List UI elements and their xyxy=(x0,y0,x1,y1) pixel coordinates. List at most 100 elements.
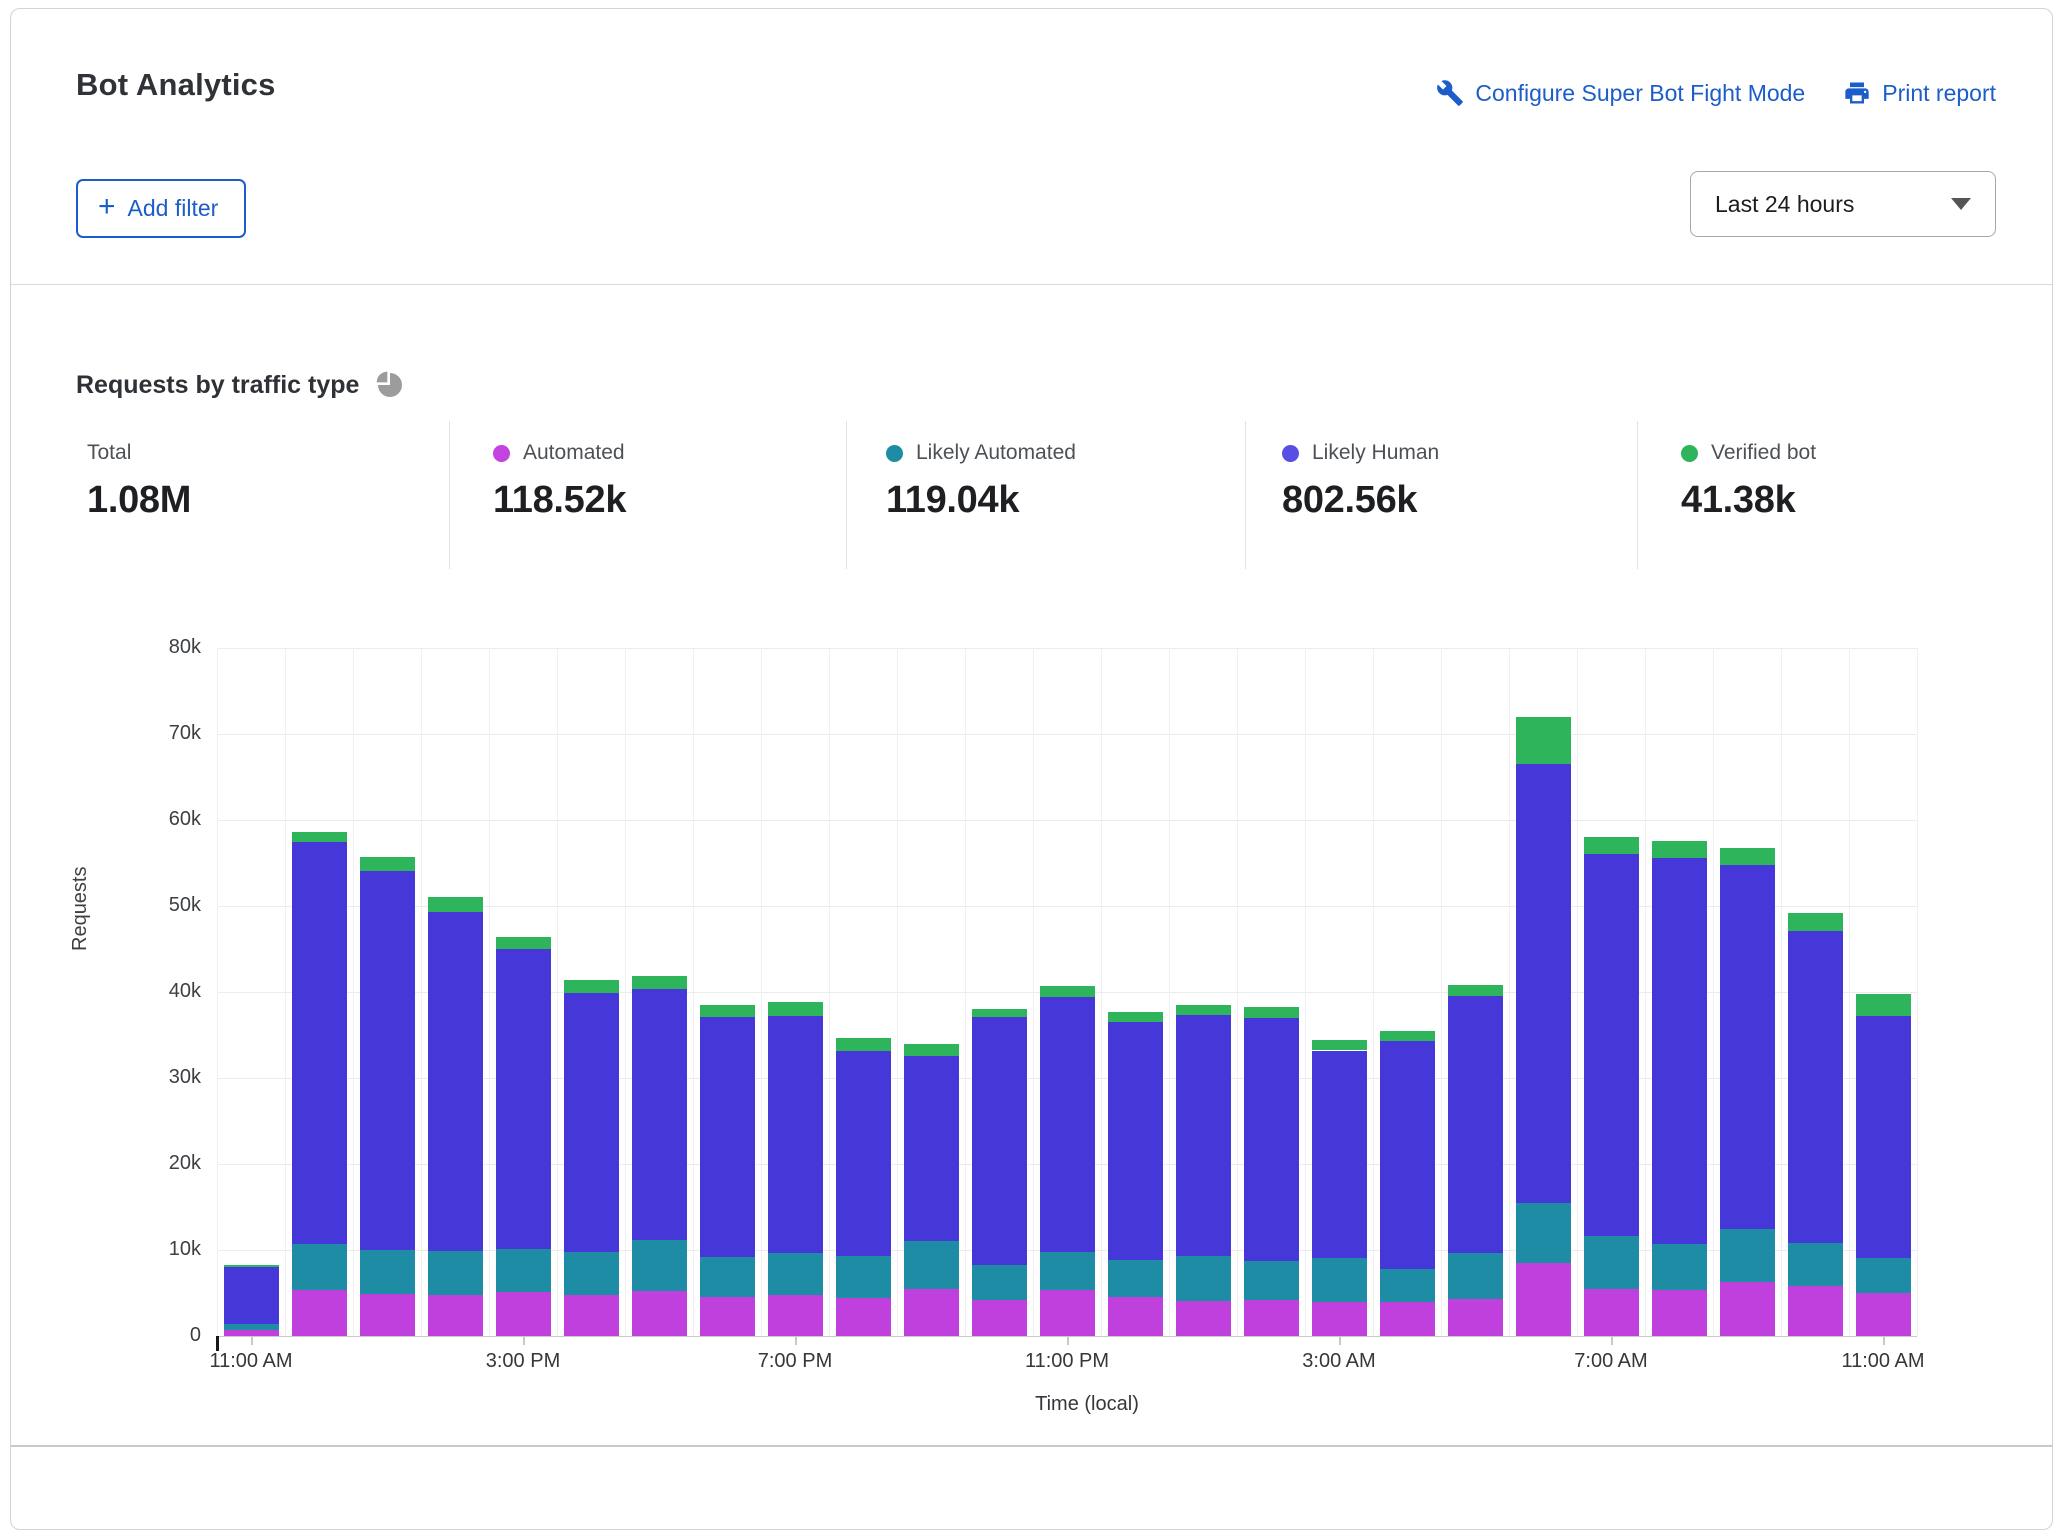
bar-group-16 xyxy=(1312,648,1367,1336)
bar-segment xyxy=(224,1265,279,1267)
x-gridline xyxy=(421,648,422,1336)
x-tick-label: 3:00 AM xyxy=(1259,1350,1419,1373)
bar-segment xyxy=(1380,1031,1435,1041)
wrench-icon xyxy=(1436,79,1464,107)
pie-chart-icon xyxy=(374,369,406,401)
axis-origin-tick xyxy=(216,1336,219,1351)
bar-group-23 xyxy=(1788,648,1843,1336)
print-link-label: Print report xyxy=(1882,80,1996,107)
bar-segment xyxy=(836,1051,891,1256)
bar-segment xyxy=(1448,996,1503,1253)
bar-segment xyxy=(1720,1229,1775,1281)
bar-segment xyxy=(224,1324,279,1330)
bar-group-5 xyxy=(564,648,619,1336)
print-report-link[interactable]: Print report xyxy=(1843,79,1996,107)
bar-segment xyxy=(632,1240,687,1292)
bar-segment xyxy=(1584,854,1639,1237)
stat-value: 1.08M xyxy=(87,479,191,522)
x-axis-title: Time (local) xyxy=(997,1393,1177,1416)
time-range-value: Last 24 hours xyxy=(1715,191,1854,218)
bar-segment xyxy=(1244,1007,1299,1018)
x-gridline xyxy=(1101,648,1102,1336)
bar-segment xyxy=(1380,1041,1435,1269)
y-tick-label: 0 xyxy=(81,1324,201,1347)
bar-segment xyxy=(632,989,687,1240)
bar-group-9 xyxy=(836,648,891,1336)
bar-segment xyxy=(1788,1243,1843,1286)
likely-automated-dot-icon xyxy=(886,445,903,462)
bar-segment xyxy=(292,842,347,1244)
bar-segment xyxy=(1176,1015,1231,1256)
bar-segment xyxy=(292,832,347,841)
bar-segment xyxy=(1720,1282,1775,1336)
stat-divider xyxy=(449,421,450,569)
time-range-select[interactable]: Last 24 hours xyxy=(1690,171,1996,237)
bar-segment xyxy=(224,1267,279,1324)
bar-segment xyxy=(1652,841,1707,858)
bar-segment xyxy=(292,1244,347,1290)
bar-segment xyxy=(1856,1293,1911,1336)
x-gridline xyxy=(1849,648,1850,1336)
bar-segment xyxy=(632,1291,687,1336)
x-gridline xyxy=(897,648,898,1336)
stat-likely-human: Likely Human 802.56k xyxy=(1282,441,1439,522)
bar-segment xyxy=(1244,1018,1299,1261)
add-filter-label: Add filter xyxy=(128,195,219,222)
bar-segment xyxy=(564,993,619,1252)
bar-segment xyxy=(904,1241,959,1288)
x-gridline xyxy=(965,648,966,1336)
x-gridline xyxy=(1237,648,1238,1336)
bar-segment xyxy=(1312,1258,1367,1302)
bar-segment xyxy=(972,1300,1027,1336)
bar-segment xyxy=(360,857,415,871)
stat-label: Automated xyxy=(523,441,625,465)
x-tick-mark xyxy=(1067,1336,1069,1345)
printer-icon xyxy=(1843,79,1871,107)
bar-segment xyxy=(564,980,619,993)
bar-group-21 xyxy=(1652,648,1707,1336)
x-gridline xyxy=(1033,648,1034,1336)
bar-segment xyxy=(1788,931,1843,1243)
bar-segment xyxy=(700,1005,755,1017)
x-tick-mark xyxy=(251,1336,253,1345)
add-filter-button[interactable]: + Add filter xyxy=(76,179,246,238)
bar-segment xyxy=(564,1252,619,1295)
bar-segment xyxy=(1856,1258,1911,1293)
x-gridline xyxy=(829,648,830,1336)
y-tick-label: 40k xyxy=(81,980,201,1003)
bar-group-17 xyxy=(1380,648,1435,1336)
bar-segment xyxy=(1312,1302,1367,1336)
configure-super-bot-fight-mode-link[interactable]: Configure Super Bot Fight Mode xyxy=(1436,79,1805,107)
likely-human-dot-icon xyxy=(1282,445,1299,462)
bar-segment xyxy=(700,1297,755,1336)
x-gridline xyxy=(1713,648,1714,1336)
bar-group-12 xyxy=(1040,648,1095,1336)
x-gridline xyxy=(1373,648,1374,1336)
bar-segment xyxy=(904,1289,959,1336)
bar-segment xyxy=(1040,1290,1095,1336)
bar-segment xyxy=(1108,1297,1163,1336)
bar-segment xyxy=(1380,1269,1435,1302)
bar-group-8 xyxy=(768,648,823,1336)
bar-segment xyxy=(1720,865,1775,1230)
bar-group-1 xyxy=(292,648,347,1336)
bar-segment xyxy=(972,1017,1027,1265)
x-tick-label: 7:00 PM xyxy=(715,1350,875,1373)
bar-segment xyxy=(1312,1040,1367,1050)
bar-segment xyxy=(1516,717,1571,764)
bar-group-22 xyxy=(1720,648,1775,1336)
bar-segment xyxy=(632,976,687,989)
stat-total: Total 1.08M xyxy=(87,441,191,522)
stat-divider xyxy=(1637,421,1638,569)
y-tick-label: 80k xyxy=(81,636,201,659)
bar-segment xyxy=(496,1249,551,1292)
bar-segment xyxy=(904,1044,959,1056)
y-tick-label: 20k xyxy=(81,1152,201,1175)
bar-segment xyxy=(1312,1051,1367,1258)
x-gridline xyxy=(693,648,694,1336)
bar-segment xyxy=(428,912,483,1251)
x-tick-label: 11:00 PM xyxy=(987,1350,1147,1373)
chevron-down-icon xyxy=(1951,198,1971,210)
x-gridline xyxy=(1917,648,1918,1336)
bar-segment xyxy=(1584,837,1639,853)
